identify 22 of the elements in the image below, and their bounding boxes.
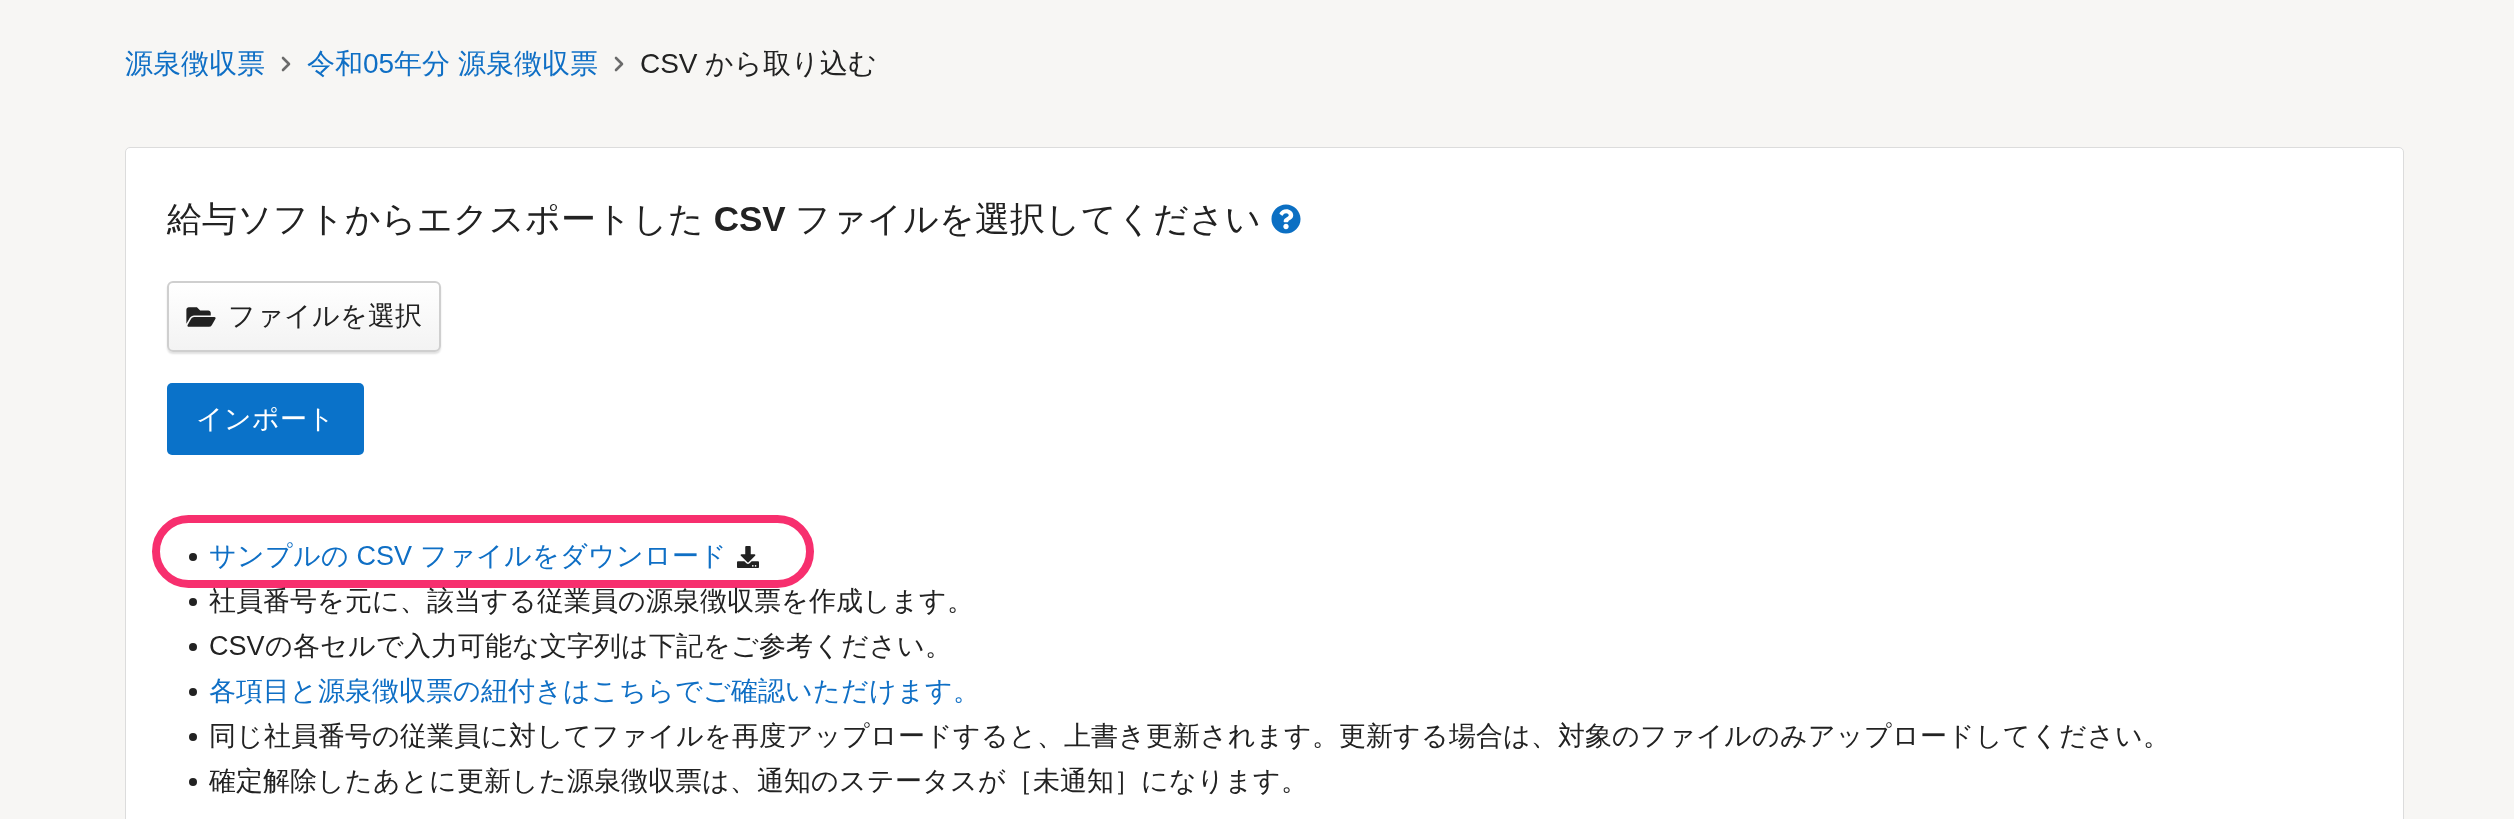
note-text: 社員番号を元に、該当する従業員の源泉徴収票を作成します。 [209, 585, 974, 618]
download-icon [736, 545, 759, 568]
help-link[interactable]: 各項目と源泉徴収票の紐付きはこちらでご確認いただけます。 [209, 669, 980, 714]
chevron-right-icon [281, 56, 291, 72]
help-icon[interactable] [1271, 204, 1302, 234]
section-title: 給与ソフトからエクスポートした CSV ファイルを選択してください [167, 198, 1262, 240]
bullet-icon [189, 687, 197, 696]
note-text: 確定解除したあとに更新した源泉徴収票は、通知のステータスが［未通知］になります。 [209, 765, 1308, 798]
breadcrumb-link[interactable]: 令和05年分 源泉徴収票 [307, 44, 598, 84]
bullet-icon [189, 552, 197, 561]
import-button[interactable]: インポート [167, 383, 364, 455]
breadcrumb-link[interactable]: 源泉徴収票 [125, 44, 265, 84]
download-link[interactable]: サンプルの CSV ファイルをダウンロード [209, 534, 727, 579]
bullet-icon [189, 732, 197, 741]
note-text: CSVの各セルで入力可能な文字列は下記をご参考ください。 [209, 630, 952, 663]
file-select-button[interactable]: ファイルを選択 [167, 281, 441, 352]
bullet-icon [189, 777, 197, 786]
note-text: 同じ社員番号の従業員に対してファイルを再度アップロードすると、上書き更新されます。更新する場合は、対象のファイルのみアップロードしてください。 [209, 720, 2170, 753]
chevron-right-icon [613, 56, 624, 72]
bullet-icon [189, 642, 197, 651]
breadcrumb-current: CSV から取り込む [639, 47, 878, 81]
bullet-icon [189, 597, 197, 606]
